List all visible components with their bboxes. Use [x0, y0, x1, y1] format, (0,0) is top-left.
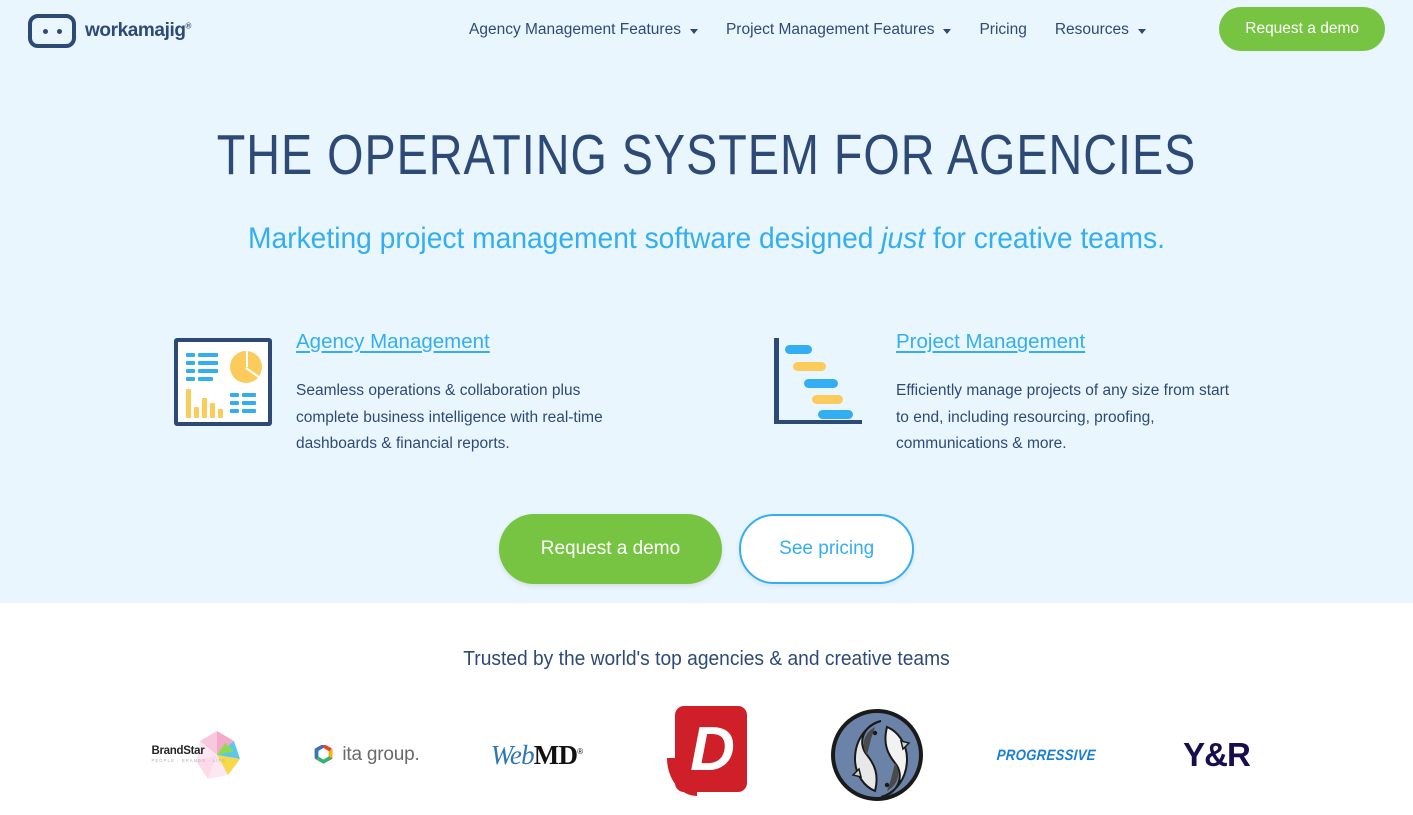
nav-label: Project Management Features	[725, 21, 935, 38]
header-request-demo-button[interactable]: Request a demo	[1219, 7, 1385, 51]
logo-dot-right	[56, 28, 62, 34]
hero-section	[0, 0, 1413, 603]
feature-project-management: Project Management Efficiently manage pr…	[774, 330, 1239, 458]
yr-logo: Y&R	[1132, 700, 1302, 810]
hero-see-pricing-button[interactable]: See pricing	[739, 514, 915, 584]
chevron-down-icon[interactable]	[689, 29, 698, 34]
fish-circle-logo	[792, 700, 962, 810]
hero-subheadline: Marketing project management software de…	[42, 222, 1370, 256]
nav-item-resources[interactable]: Resources	[1041, 21, 1160, 39]
brandstar-tagline: PEOPLE · BRANDS · LIFE	[151, 758, 227, 763]
gantt-y-axis	[774, 338, 779, 420]
two-fish-icon	[830, 709, 923, 801]
webmd-md-part: MD	[533, 739, 578, 770]
hero-cta-group: Request a demo See pricing	[0, 514, 1413, 584]
pie-chart-icon	[230, 351, 262, 383]
nav-label: Agency Management Features	[469, 21, 681, 38]
feature-link-agency-management[interactable]: Agency Management	[296, 330, 490, 354]
site-header: workamajig® Agency Management Features P…	[0, 0, 1413, 60]
d-letter: D	[690, 714, 735, 784]
gantt-bar-3	[804, 379, 838, 388]
workamajig-logo[interactable]: workamajig®	[28, 14, 191, 48]
gantt-x-axis	[774, 419, 862, 424]
gantt-chart-icon	[774, 330, 874, 458]
subhead-emphasis: just	[881, 222, 926, 255]
d-bubble-logo: D	[622, 700, 792, 810]
logo-mark-icon	[28, 14, 76, 48]
feature-description: Seamless operations & collaboration plus…	[296, 382, 603, 452]
nav-item-agency-management-features[interactable]: Agency Management Features	[455, 21, 712, 39]
logo-wordmark: workamajig®	[85, 20, 192, 41]
dashboard-icon-rows-bottom	[230, 388, 262, 418]
nav-item-project-management-features[interactable]: Project Management Features	[712, 21, 966, 39]
feature-agency-management: Agency Management Seamless operations & …	[174, 330, 639, 458]
yr-wordmark: Y&R	[1183, 736, 1251, 773]
gantt-bar-2	[793, 362, 826, 371]
main-navigation: Agency Management Features Project Manag…	[455, 0, 1160, 60]
chevron-down-icon[interactable]	[1137, 29, 1146, 34]
chevron-down-icon[interactable]	[943, 29, 952, 34]
subhead-part-2: for creative teams.	[925, 222, 1165, 255]
hero-request-demo-button[interactable]: Request a demo	[498, 514, 723, 584]
bar-chart-icon	[186, 388, 223, 418]
logo-dot-left	[42, 28, 48, 34]
ita-hexagon-icon	[315, 744, 333, 764]
progressive-wordmark: PROGRESSIVE	[996, 746, 1097, 764]
dashboard-report-icon	[174, 330, 274, 458]
ita-group-logo: ita group.	[282, 700, 452, 810]
progressive-logo: PROGRESSIVE	[962, 700, 1132, 810]
ita-group-wordmark: ita group.	[342, 744, 420, 765]
trusted-by-heading: Trusted by the world's top agencies & an…	[463, 648, 950, 670]
nav-label: Pricing	[979, 21, 1027, 38]
gantt-bar-4	[812, 395, 843, 404]
dashboard-icon-rows-top	[186, 351, 223, 383]
trademark-mark: ®	[577, 746, 583, 756]
hero-headline: THE OPERATING SYSTEM FOR AGENCIES	[216, 123, 1197, 187]
gantt-bar-1	[785, 345, 812, 354]
gantt-bar-5	[818, 410, 853, 419]
webmd-logo: WebMD®	[452, 700, 622, 810]
nav-item-pricing[interactable]: Pricing	[965, 21, 1040, 39]
webmd-web-part: Web	[490, 739, 535, 770]
hero-feature-list: Agency Management Seamless operations & …	[0, 330, 1413, 458]
nav-label: Resources	[1054, 21, 1129, 38]
feature-link-project-management[interactable]: Project Management	[896, 330, 1085, 354]
subhead-part-1: Marketing project management software de…	[248, 222, 882, 255]
registered-mark: ®	[185, 21, 192, 31]
feature-description: Efficiently manage projects of any size …	[896, 382, 1230, 452]
brandstar-logo: BrandStar PEOPLE · BRANDS · LIFE	[112, 700, 282, 810]
brandstar-wordmark: BrandStar	[151, 745, 205, 757]
client-logo-row: BrandStar PEOPLE · BRANDS · LIFE ita gro…	[0, 700, 1413, 810]
